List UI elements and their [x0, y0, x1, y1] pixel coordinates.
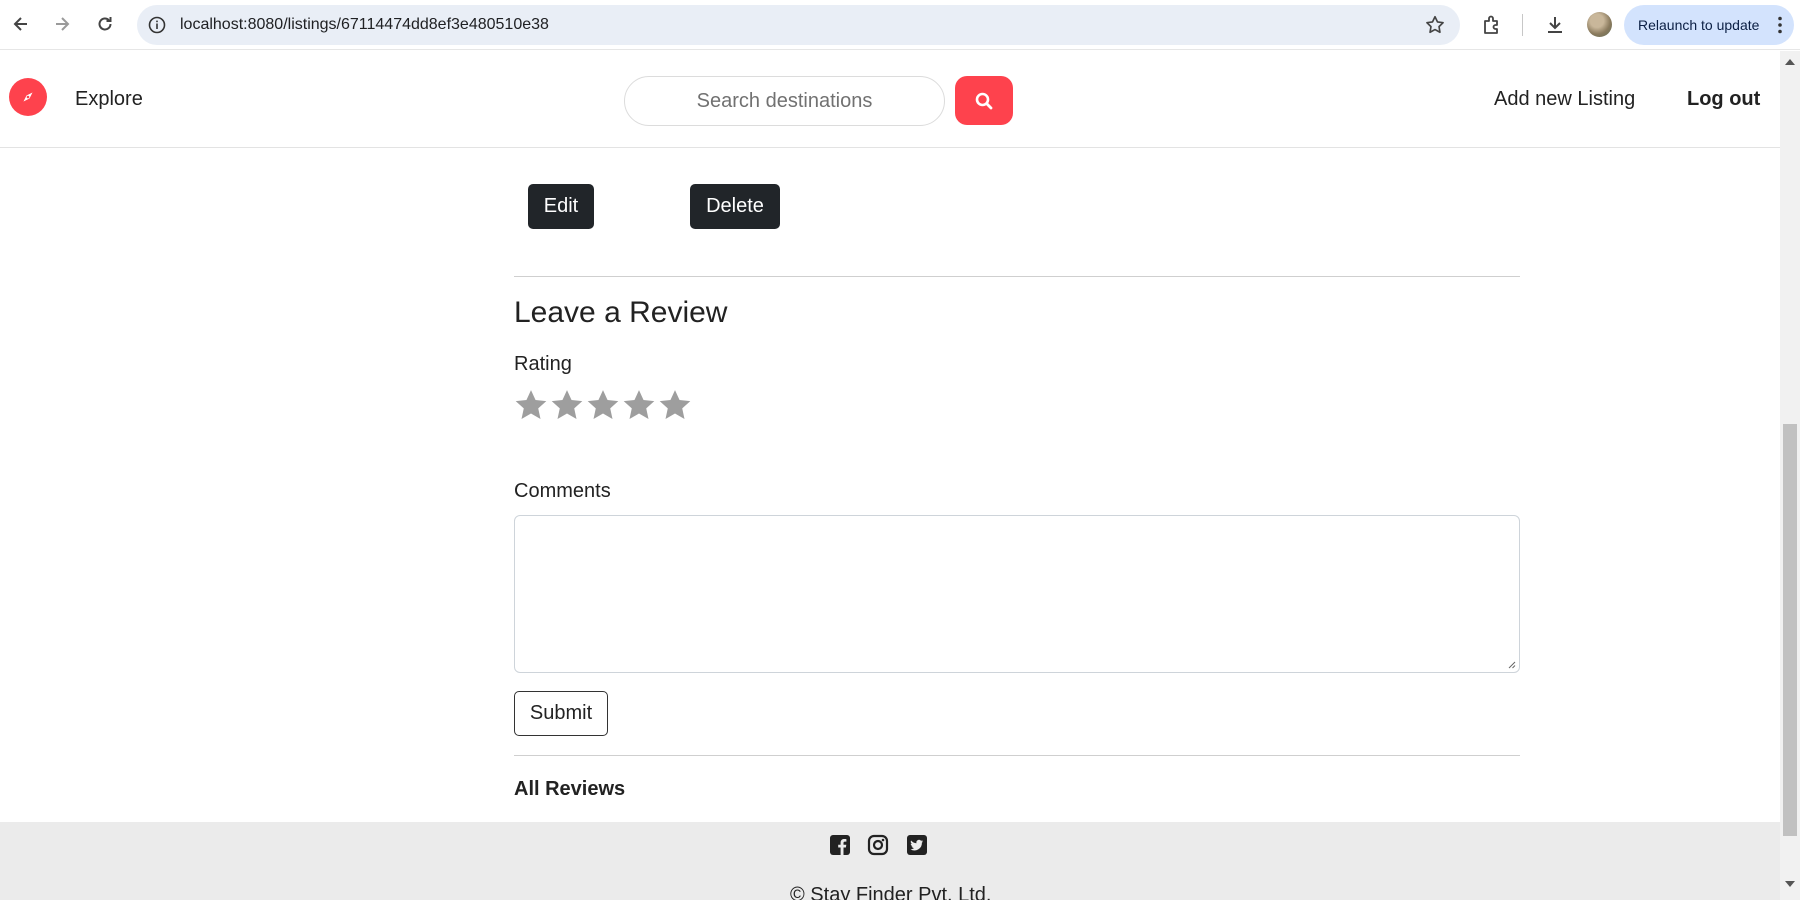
reload-icon — [98, 17, 112, 31]
site-footer: © Stay Finder Pvt. Ltd. — [0, 822, 1780, 900]
facebook-icon[interactable] — [829, 834, 851, 856]
toolbar-divider — [1522, 14, 1523, 36]
extensions-icon[interactable] — [1480, 13, 1504, 37]
bookmark-star-icon[interactable] — [1424, 14, 1446, 36]
back-button[interactable] — [8, 11, 34, 37]
site-navbar: Explore Search destinations Add new List… — [0, 51, 1780, 148]
address-bar[interactable]: localhost:8080/listings/67114474dd8ef3e4… — [137, 5, 1460, 45]
twitter-icon[interactable] — [906, 834, 928, 856]
edit-button[interactable]: Edit — [528, 184, 594, 229]
forward-arrow-icon — [56, 17, 70, 31]
search-icon — [975, 92, 993, 109]
relaunch-button[interactable]: Relaunch to update — [1624, 5, 1794, 45]
explore-link[interactable]: Explore — [75, 88, 143, 111]
resize-handle-icon[interactable] — [1506, 659, 1516, 669]
brand-logo[interactable] — [9, 78, 47, 116]
back-arrow-icon — [13, 17, 27, 31]
copyright-text: © Stay Finder Pvt. Ltd. — [790, 884, 992, 900]
url-text: localhost:8080/listings/67114474dd8ef3e4… — [180, 16, 549, 33]
reload-button[interactable] — [92, 11, 118, 37]
forward-button[interactable] — [49, 11, 75, 37]
logout-link[interactable]: Log out — [1687, 88, 1760, 111]
comments-textarea[interactable] — [514, 515, 1520, 673]
section-divider — [514, 755, 1520, 756]
section-divider — [514, 276, 1520, 277]
star-rating[interactable] — [514, 388, 692, 422]
instagram-icon[interactable] — [867, 834, 889, 856]
search-button[interactable] — [955, 76, 1013, 125]
all-reviews-heading: All Reviews — [514, 778, 626, 800]
add-new-listing-link[interactable]: Add new Listing — [1494, 88, 1635, 111]
relaunch-label: Relaunch to update — [1638, 17, 1760, 33]
star-2-icon[interactable] — [550, 388, 584, 422]
scrollbar-thumb[interactable] — [1783, 424, 1797, 836]
browser-toolbar: localhost:8080/listings/67114474dd8ef3e4… — [0, 0, 1800, 50]
scroll-up-arrow-icon[interactable] — [1785, 59, 1795, 65]
comments-label: Comments — [514, 480, 611, 502]
review-form-heading: Leave a Review — [514, 296, 728, 329]
star-5-icon[interactable] — [658, 388, 692, 422]
site-info-icon[interactable] — [147, 15, 167, 35]
star-1-icon[interactable] — [514, 388, 548, 422]
compass-icon — [23, 92, 33, 102]
delete-button[interactable]: Delete — [690, 184, 780, 229]
scroll-down-arrow-icon[interactable] — [1785, 881, 1795, 887]
rating-label: Rating — [514, 353, 572, 375]
more-menu-icon[interactable] — [1778, 16, 1782, 34]
page-scrollbar[interactable] — [1780, 51, 1800, 900]
submit-button[interactable]: Submit — [514, 691, 608, 736]
download-icon[interactable] — [1543, 13, 1567, 37]
profile-avatar[interactable] — [1587, 12, 1612, 37]
search-input[interactable]: Search destinations — [624, 76, 945, 126]
star-4-icon[interactable] — [622, 388, 656, 422]
star-3-icon[interactable] — [586, 388, 620, 422]
